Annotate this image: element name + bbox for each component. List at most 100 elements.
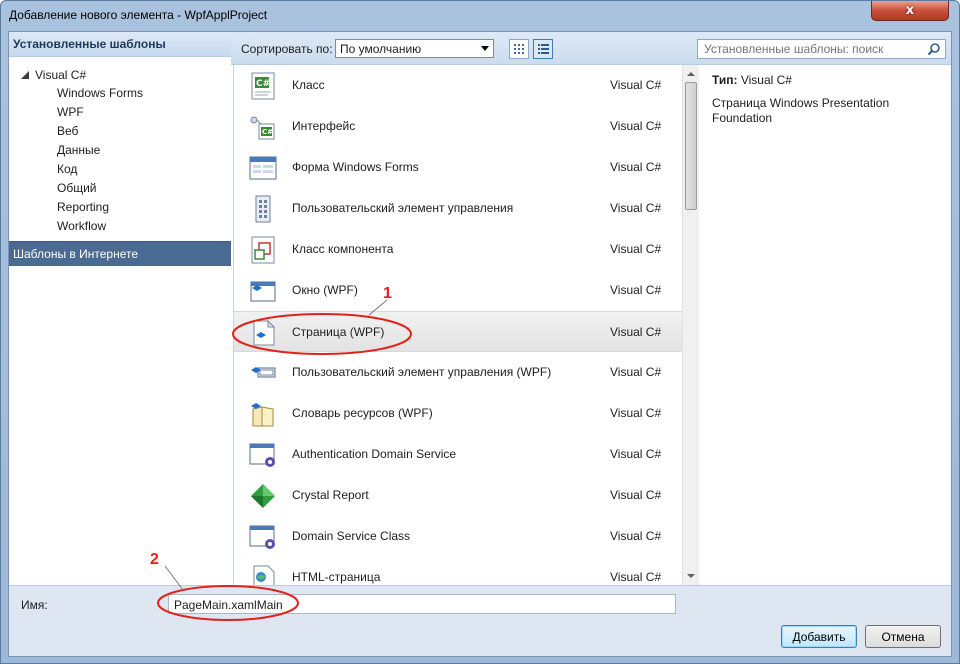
scroll-thumb[interactable] (685, 82, 697, 210)
dialog-footer: Имя: PageMain.xamlMain Добавить Отмена (9, 585, 951, 656)
sort-dropdown[interactable]: По умолчанию (335, 39, 494, 58)
domain-service-icon (249, 525, 275, 549)
tree-item-general[interactable]: Общий (57, 179, 97, 198)
close-button[interactable]: x (871, 1, 949, 21)
cancel-button[interactable]: Отмена (865, 625, 941, 648)
template-row-selected[interactable]: Страница (WPF) Visual C# (234, 311, 682, 352)
small-icons-view-button[interactable] (509, 39, 529, 59)
template-language: Visual C# (610, 325, 662, 339)
template-name: Класс (292, 78, 325, 92)
svg-text:C#: C# (262, 128, 273, 136)
tree-node-label: Visual C# (35, 68, 87, 82)
template-row[interactable]: Пользовательский элемент управления (WPF… (234, 352, 682, 393)
template-row[interactable]: Форма Windows Forms Visual C# (234, 147, 682, 188)
dialog-window: Добавление нового элемента - WpfApplProj… (0, 0, 960, 664)
component-class-icon (251, 236, 275, 264)
window-title: Добавление нового элемента - WpfApplProj… (9, 8, 268, 22)
template-language: Visual C# (610, 529, 662, 543)
user-control-icon (255, 195, 271, 223)
expand-arrow-icon[interactable] (21, 71, 29, 79)
annotation-marker-1: 1 (383, 285, 392, 302)
sort-toolbar: Сортировать по: По умолчанию (231, 32, 951, 65)
template-row[interactable]: Authentication Domain Service Visual C# (234, 434, 682, 475)
template-row[interactable]: Окно (WPF) Visual C# (234, 270, 682, 311)
template-row[interactable]: Класс компонента Visual C# (234, 229, 682, 270)
template-search-box[interactable] (697, 39, 946, 59)
template-language: Visual C# (610, 488, 662, 502)
tree-item-code[interactable]: Код (57, 160, 77, 179)
template-language: Visual C# (610, 365, 662, 379)
template-tree-panel: Установленные шаблоны Visual C# Windows … (9, 32, 231, 585)
tree-item-wpf[interactable]: WPF (57, 103, 84, 122)
grid-view-icon (514, 44, 524, 54)
online-templates-header[interactable]: Шаблоны в Интернете (9, 241, 231, 266)
template-language: Visual C# (610, 160, 662, 174)
sort-value: По умолчанию (340, 42, 422, 56)
class-icon: C# (251, 72, 275, 100)
template-list-scrollbar[interactable] (682, 65, 699, 585)
template-name: Интерфейс (292, 119, 356, 133)
search-input[interactable] (698, 40, 920, 58)
online-templates-label: Шаблоны в Интернете (13, 247, 139, 261)
template-row[interactable]: C# Интерфейс Visual C# (234, 106, 682, 147)
template-name: Словарь ресурсов (WPF) (292, 406, 433, 420)
tree-item-workflow[interactable]: Workflow (57, 217, 106, 236)
name-field-value: PageMain.xamlMain (174, 598, 283, 612)
template-name: HTML-страница (292, 570, 381, 584)
template-name: Authentication Domain Service (292, 447, 457, 461)
chevron-down-icon[interactable] (477, 40, 493, 57)
sort-label: Сортировать по: (241, 42, 333, 56)
template-name: Пользовательский элемент управления (WPF… (292, 365, 552, 379)
annotation-marker-2: 2 (150, 551, 159, 568)
type-label: Тип: (712, 73, 738, 87)
tree-item-reporting[interactable]: Reporting (57, 198, 109, 217)
template-row[interactable]: HTML-страница Visual C# (234, 557, 682, 585)
template-language: Visual C# (610, 406, 662, 420)
type-value: Visual C# (740, 73, 792, 87)
template-row[interactable]: C# Класс Visual C# (234, 65, 682, 106)
template-description-text: Страница Windows Presentation Foundation (712, 96, 890, 125)
template-type: Тип: Visual C# (712, 73, 792, 87)
template-name: Страница (WPF) (292, 325, 385, 339)
tree-node-visual-csharp[interactable]: Visual C# (21, 66, 86, 84)
html-page-icon (253, 565, 275, 585)
template-description-panel: Тип: Visual C# Страница Windows Presenta… (699, 65, 951, 585)
interface-icon: C# (250, 116, 275, 140)
svg-text:C#: C# (256, 79, 270, 89)
installed-templates-label: Установленные шаблоны (13, 37, 166, 51)
template-list: C# Класс Visual C# C# Интерфейс Visual C… (233, 65, 682, 585)
domain-service-icon (249, 443, 275, 467)
close-icon: x (905, 3, 915, 18)
template-language: Visual C# (610, 283, 662, 297)
template-name: Domain Service Class (292, 529, 411, 543)
template-row[interactable]: Crystal Report Visual C# (234, 475, 682, 516)
search-icon[interactable] (927, 42, 941, 56)
tree-item-windows-forms[interactable]: Windows Forms (57, 84, 143, 103)
template-language: Visual C# (610, 78, 662, 92)
scroll-down-icon[interactable] (687, 574, 695, 578)
add-button[interactable]: Добавить (781, 625, 857, 648)
name-field[interactable]: PageMain.xamlMain (168, 594, 676, 614)
template-language: Visual C# (610, 242, 662, 256)
title-bar[interactable]: Добавление нового элемента - WpfApplProj… (1, 1, 959, 31)
template-row[interactable]: Пользовательский элемент управления Visu… (234, 188, 682, 229)
template-name: Пользовательский элемент управления (292, 201, 514, 215)
template-language: Visual C# (610, 447, 662, 461)
details-view-button[interactable] (533, 39, 553, 59)
wpf-window-icon (250, 281, 276, 302)
tree-item-web[interactable]: Веб (57, 122, 78, 141)
template-language: Visual C# (610, 119, 662, 133)
resource-dictionary-icon (251, 403, 274, 427)
list-view-icon (538, 44, 549, 54)
crystal-report-icon (251, 484, 275, 508)
template-name: Crystal Report (292, 488, 369, 502)
template-language: Visual C# (610, 570, 662, 584)
template-name: Окно (WPF) (292, 283, 358, 297)
template-row[interactable]: Словарь ресурсов (WPF) Visual C# (234, 393, 682, 434)
template-name: Форма Windows Forms (292, 160, 419, 174)
tree-item-data[interactable]: Данные (57, 141, 100, 160)
template-row[interactable]: Domain Service Class Visual C# (234, 516, 682, 557)
installed-templates-header[interactable]: Установленные шаблоны (9, 32, 231, 57)
scroll-up-icon[interactable] (687, 72, 695, 76)
wpf-user-control-icon (251, 367, 276, 378)
